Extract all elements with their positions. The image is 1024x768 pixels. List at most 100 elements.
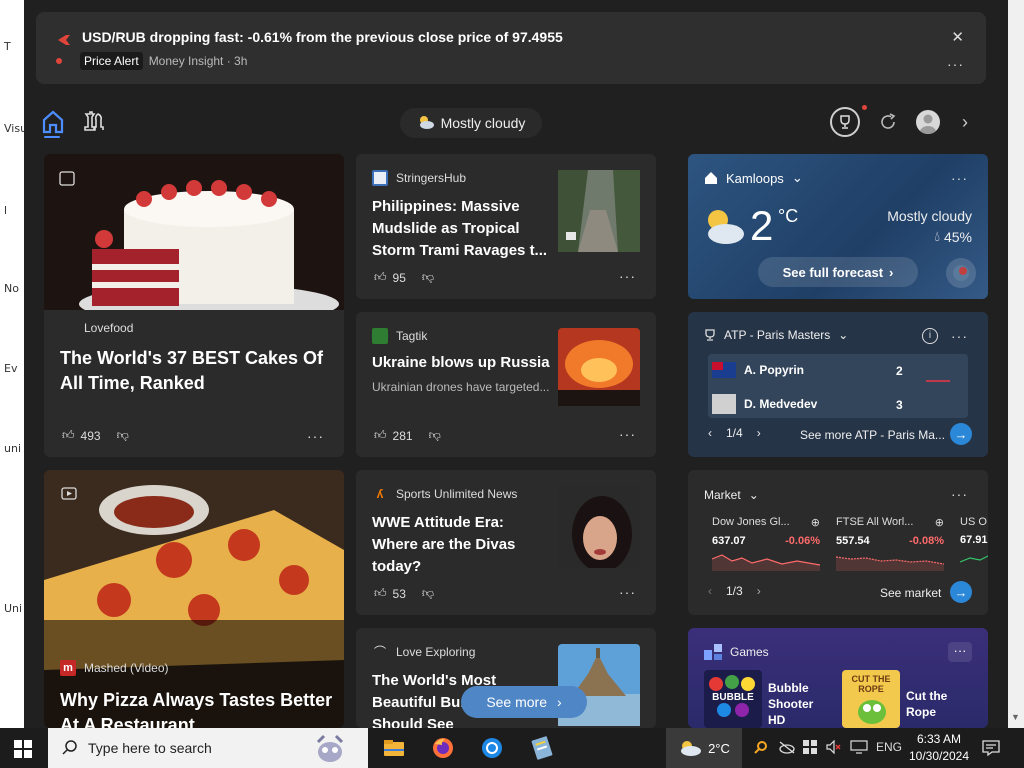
sports-unlimited-logo-icon: ʎ [372,486,388,502]
ticker-card[interactable]: Dow Jones Gl... ⊕ 637.07 -0.06% [711,516,821,574]
network-icon[interactable] [850,740,868,757]
news-card-wwe[interactable]: ʎ Sports Unlimited News WWE Attitude Era… [356,470,656,615]
news-app-icon[interactable] [530,736,554,760]
desktop-label: T [4,40,11,53]
more-options-icon[interactable]: ··· [619,584,636,600]
chevron-down-icon[interactable]: ⌄ [749,488,759,502]
alert-title[interactable]: USD/RUB dropping fast: -0.61% from the p… [82,29,563,45]
refresh-icon[interactable] [878,112,898,132]
games-widget[interactable]: Games ··· BUBBLE Bubble Shooter HD CUT T… [688,628,988,728]
temperature-unit[interactable]: °C [778,206,798,227]
more-options-icon[interactable]: ··· [951,170,968,186]
alert-status-dot [56,58,62,64]
games-title: Games [704,644,769,660]
market-title[interactable]: Market ⌄ [704,488,759,502]
more-options-icon[interactable]: ··· [619,426,636,442]
card-title[interactable]: WWE Attitude Era: Where are the Divas to… [372,512,552,578]
scroll-down-icon[interactable]: ▼ [1011,712,1020,722]
add-icon[interactable]: ⊕ [935,516,944,529]
news-card-ukraine[interactable]: Tagtik Ukraine blows up Russia Ukrainian… [356,312,656,457]
sports-widget[interactable]: ATP - Paris Masters ⌄ i ··· A. Popyrin 2… [688,312,988,457]
see-full-forecast-button[interactable]: See full forecast › [758,257,918,287]
news-card-cakes[interactable]: Lovefood The World's 37 BEST Cakes Of Al… [44,154,344,457]
desktop-edge: T Visu l No Ev uni Uni [0,0,24,728]
thumbs-up-icon[interactable]: 👍︎ [374,586,387,601]
taskbar-search-box[interactable]: Type here to search [48,728,368,768]
chevron-left-icon[interactable]: ‹ [708,426,712,440]
player-name: D. Medvedev [744,397,818,411]
cut-the-rope-thumbnail[interactable]: CUT THE ROPE [842,670,900,728]
chevron-right-icon[interactable]: › [962,112,968,133]
bubble-shooter-thumbnail[interactable]: BUBBLE [704,670,762,728]
chevron-left-icon[interactable]: ‹ [708,584,712,598]
taskbar-weather[interactable]: 2°C [666,728,742,768]
avatar[interactable] [916,110,940,134]
thumbs-up-icon[interactable]: 👍︎ [62,428,75,443]
search-tray-icon[interactable] [754,740,768,757]
more-options-icon[interactable]: ··· [619,268,636,284]
partly-cloudy-icon [708,210,744,244]
chess-icon[interactable] [82,110,104,132]
thumbs-down-icon[interactable]: 👎︎ [422,586,434,601]
precipitation: 💧︎ 45% [934,228,972,245]
more-options-icon[interactable]: ··· [948,642,972,662]
thumbs-down-icon[interactable]: 👎︎ [117,428,129,443]
more-options-icon[interactable]: ··· [951,328,968,344]
cloud-sync-icon[interactable] [778,740,796,757]
market-widget[interactable]: Market ⌄ ··· Dow Jones Gl... ⊕ 637.07 -0.0… [688,470,988,615]
see-more-button[interactable]: See more › [461,686,587,718]
chevron-right-icon[interactable]: › [757,584,761,598]
notification-center-icon[interactable] [982,739,1000,757]
news-card-pizza[interactable]: m Mashed (Video) Why Pizza Always Tastes… [44,470,344,728]
ticker-name: FTSE All Worl... [836,516,914,528]
arrow-right-icon[interactable]: → [950,581,972,603]
match-scoreboard[interactable]: A. Popyrin 2 D. Medvedev 3 [708,354,968,418]
search-placeholder: Type here to search [88,740,212,756]
weather-map-icon[interactable] [946,258,976,288]
ticker-card[interactable]: FTSE All Worl... ⊕ 557.54 -0.08% [835,516,945,574]
raindrop-icon: 💧︎ [934,228,940,244]
game-title[interactable]: Bubble Shooter HD [768,680,828,728]
thumbs-down-icon[interactable]: 👎︎ [429,428,441,443]
ticker-name: Dow Jones Gl... [712,516,790,528]
see-more-link[interactable]: See more ATP - Paris Ma... [800,428,946,442]
windows-start-icon[interactable] [14,740,32,758]
ticker-card[interactable]: US O 67.91 [960,516,988,573]
thumbs-up-icon[interactable]: 👍︎ [374,428,387,443]
chevron-right-icon[interactable]: › [757,426,761,440]
volume-muted-icon[interactable] [826,739,842,757]
windows-security-icon[interactable] [803,740,817,757]
weather-location[interactable]: Kamloops ⌄ [704,170,803,186]
ticker-change: -0.06% [785,535,820,547]
rewards-button[interactable] [830,107,860,137]
file-explorer-icon[interactable] [382,736,406,760]
more-options-icon[interactable]: ··· [307,428,324,444]
firefox-icon[interactable] [431,736,455,760]
chevron-down-icon[interactable]: ⌄ [838,328,848,342]
card-title[interactable]: Ukraine blows up Russia [372,352,552,374]
taskbar-clock[interactable]: 6:33 AM 10/30/2024 [906,731,972,765]
card-title[interactable]: Why Pizza Always Tastes Better At A Rest… [60,688,340,728]
chevron-down-icon[interactable]: ⌄ [792,170,803,186]
close-icon[interactable]: ✕ [951,28,964,46]
info-icon[interactable]: i [922,328,938,344]
see-market-link[interactable]: See market [880,586,941,600]
home-icon[interactable] [42,110,64,134]
thumbs-down-icon[interactable]: 👎︎ [422,270,434,285]
game-title[interactable]: Cut the Rope [906,688,966,720]
news-card-philippines[interactable]: StringersHub Philippines: Massive Mudsli… [356,154,656,299]
chrome-icon[interactable] [480,736,504,760]
language-indicator[interactable]: ENG [876,740,902,754]
thumbs-up-icon[interactable]: 👍︎ [374,270,387,285]
weather-widget[interactable]: Kamloops ⌄ ··· 2 °C Mostly cloudy 💧︎ 45%… [688,154,988,299]
card-title[interactable]: Philippines: Massive Mudslide as Tropica… [372,196,552,262]
more-options-icon[interactable]: ··· [951,486,968,502]
more-options-icon[interactable]: ··· [947,56,964,72]
card-title[interactable]: The World's 37 BEST Cakes Of All Time, R… [60,346,330,396]
price-alert-banner[interactable]: USD/RUB dropping fast: -0.61% from the p… [36,12,986,84]
arrow-right-icon[interactable]: → [950,423,972,445]
add-icon[interactable]: ⊕ [811,516,820,529]
weather-summary-pill[interactable]: Mostly cloudy [400,108,542,138]
panel-scrollbar[interactable]: ▼ [1008,0,1024,728]
sports-title[interactable]: ATP - Paris Masters ⌄ [704,328,848,342]
